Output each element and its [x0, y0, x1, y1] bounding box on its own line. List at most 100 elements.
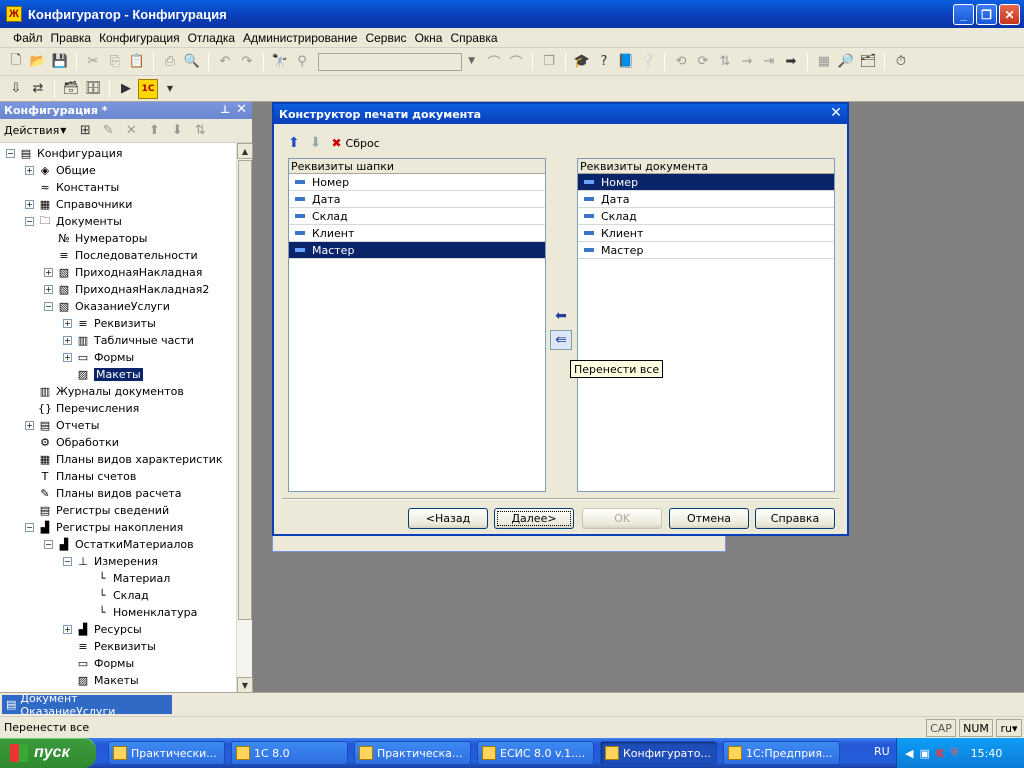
tray-shield-icon[interactable]: ⛨: [950, 746, 958, 760]
save-icon[interactable]: 💾: [50, 52, 70, 72]
expand-icon[interactable]: +: [63, 353, 72, 362]
enterprise-icon[interactable]: 1С: [138, 78, 158, 99]
reset-button[interactable]: Сброс: [346, 137, 380, 150]
compare-config-icon[interactable]: ⇄: [28, 79, 48, 99]
tree-item[interactable]: ▤ Регистры сведений: [0, 502, 236, 519]
cut-icon[interactable]: ✂: [83, 52, 103, 72]
context-help-icon[interactable]: ❔: [638, 52, 658, 72]
tree-item[interactable]: − ⊥ Измерения: [0, 553, 236, 570]
tree-item[interactable]: ⚙ Обработки: [0, 434, 236, 451]
document-attributes-list[interactable]: Реквизиты документа Номер Дата Склад Клиент…: [577, 158, 835, 492]
zoom-icon[interactable]: 🔎: [836, 52, 856, 72]
expand-icon[interactable]: +: [63, 625, 72, 634]
print-icon[interactable]: ⎙: [160, 52, 180, 72]
back-button[interactable]: <Назад: [408, 508, 488, 529]
taskbar-task[interactable]: Конфигурато...: [600, 741, 717, 765]
taskbar-task[interactable]: Практическа...: [354, 741, 471, 765]
dialog-close-icon[interactable]: ✕: [829, 106, 843, 120]
menu-windows[interactable]: Окна: [412, 31, 446, 45]
taskbar-task[interactable]: ЕСИС 8.0 v.1....: [477, 741, 594, 765]
reset-icon[interactable]: ✖: [331, 136, 341, 150]
menu-configuration[interactable]: Конфигурация: [96, 31, 183, 45]
tree-item[interactable]: − ▤ Конфигурация: [0, 145, 236, 162]
tree-item[interactable]: T Планы счетов: [0, 468, 236, 485]
start-button[interactable]: пуск: [0, 738, 96, 768]
tree-item[interactable]: ▭ Формы: [0, 655, 236, 672]
tree-item[interactable]: − ▧ ОказаниеУслуги: [0, 298, 236, 315]
tree-item[interactable]: ≡ Последовательности: [0, 247, 236, 264]
tree-item[interactable]: ≈ Константы: [0, 179, 236, 196]
tree-item[interactable]: ▦ Планы видов характеристик: [0, 451, 236, 468]
open-icon[interactable]: 📂: [28, 52, 48, 72]
attribute-row[interactable]: Номер: [578, 174, 834, 191]
menu-administration[interactable]: Администрирование: [240, 31, 360, 45]
header-attributes-list[interactable]: Реквизиты шапки Номер Дата Склад Клиент Маст…: [288, 158, 546, 492]
tree-item[interactable]: ▨ Макеты: [0, 366, 236, 383]
tree-item[interactable]: + ▭ Формы: [0, 349, 236, 366]
debug-stepin-icon[interactable]: ⇅: [715, 52, 735, 72]
move-all-left-icon[interactable]: ⇚: [550, 330, 572, 350]
tray-antivirus-icon[interactable]: K: [936, 747, 945, 760]
expand-icon[interactable]: +: [63, 336, 72, 345]
expand-icon[interactable]: +: [44, 268, 53, 277]
collapse-icon[interactable]: −: [44, 302, 53, 311]
tree-item[interactable]: └ Склад: [0, 587, 236, 604]
find-next-icon[interactable]: ⚲: [292, 52, 312, 72]
bookmark-next-icon[interactable]: ⌒: [506, 52, 526, 72]
debug-cursor-icon[interactable]: ⇥: [759, 52, 779, 72]
tree-item[interactable]: + ◈ Общие: [0, 162, 236, 179]
attribute-row[interactable]: Мастер: [578, 242, 834, 259]
tree-item[interactable]: − ▟ ОстаткиМатериалов: [0, 536, 236, 553]
document-window-tab[interactable]: ▤ Документ ОказаниеУслуги: [2, 692, 172, 718]
tree-item[interactable]: ▥ Журналы документов: [0, 383, 236, 400]
tree-item[interactable]: └ Материал: [0, 570, 236, 587]
tree-item[interactable]: + ▧ ПриходнаяНакладная2: [0, 281, 236, 298]
help-button[interactable]: Справка: [755, 508, 835, 529]
tree-item[interactable]: ▨ Макеты: [0, 672, 236, 689]
collapse-icon[interactable]: −: [25, 523, 34, 532]
attribute-row[interactable]: Клиент: [289, 225, 545, 242]
change-icon[interactable]: ✎: [98, 121, 118, 141]
expand-icon[interactable]: +: [44, 285, 53, 294]
run-icon[interactable]: ➡: [781, 52, 801, 72]
tree-item[interactable]: ≡ Реквизиты: [0, 638, 236, 655]
taskbar-language[interactable]: RU: [874, 745, 890, 758]
bookmark-prev-icon[interactable]: ⌒: [484, 52, 504, 72]
restore-button[interactable]: ❐: [976, 4, 997, 25]
tree-item[interactable]: № Нумераторы: [0, 230, 236, 247]
window-icon[interactable]: ❐: [539, 52, 559, 72]
up-arrow-icon[interactable]: ⬆: [288, 135, 300, 151]
syntax-icon[interactable]: 📘: [616, 52, 636, 72]
scroll-up-icon[interactable]: ▲: [237, 143, 253, 159]
dropdown-icon[interactable]: ▼: [160, 79, 180, 99]
tree-item[interactable]: + ▦ Справочники: [0, 196, 236, 213]
tree-item[interactable]: − ▟ Регистры накопления: [0, 519, 236, 536]
load-config-icon[interactable]: ⇩: [6, 79, 26, 99]
taskbar-task[interactable]: Практически...: [108, 741, 225, 765]
debug-start-icon[interactable]: ⟲: [671, 52, 691, 72]
language-indicator[interactable]: ru ▾: [996, 719, 1022, 737]
tree-item[interactable]: + ≡ Реквизиты: [0, 315, 236, 332]
collapse-icon[interactable]: −: [63, 557, 72, 566]
scroll-thumb[interactable]: [238, 160, 252, 620]
move-left-icon[interactable]: ⬅: [550, 306, 572, 326]
tree-item[interactable]: + ▟ Ресурсы: [0, 621, 236, 638]
ok-button[interactable]: OK: [582, 508, 662, 529]
wizard-icon[interactable]: 🎓: [572, 52, 592, 72]
taskbar-task[interactable]: 1С:Предприя...: [723, 741, 840, 765]
timer-icon[interactable]: ⏱: [891, 52, 911, 72]
copy-icon[interactable]: ⎘: [105, 52, 125, 72]
pin-icon[interactable]: ⊥: [220, 103, 230, 116]
attribute-row[interactable]: Клиент: [578, 225, 834, 242]
expand-icon[interactable]: +: [63, 319, 72, 328]
new-icon[interactable]: 🗋: [6, 52, 26, 72]
menu-debug[interactable]: Отладка: [185, 31, 238, 45]
close-button[interactable]: ✕: [999, 4, 1020, 25]
collapse-icon[interactable]: −: [6, 149, 15, 158]
sort-icon[interactable]: ⇅: [190, 121, 210, 141]
expand-icon[interactable]: +: [25, 166, 34, 175]
move-up-icon[interactable]: ⬆: [144, 121, 164, 141]
next-button[interactable]: Далее>: [494, 508, 574, 529]
delete-icon[interactable]: ✕: [121, 121, 141, 141]
search-combo[interactable]: [318, 52, 475, 71]
